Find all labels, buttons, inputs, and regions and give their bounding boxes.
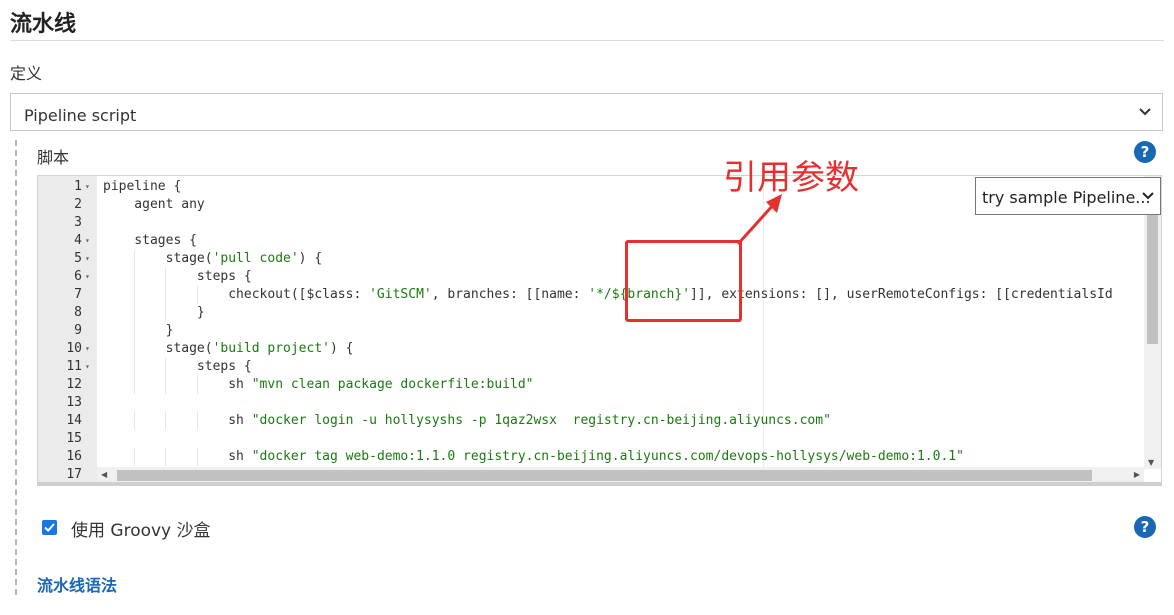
- code-line[interactable]: 15: [38, 430, 1144, 448]
- annotation-highlight-box: [625, 240, 742, 322]
- fold-toggle-icon[interactable]: ▾: [85, 268, 90, 286]
- code-line[interactable]: 9 }: [38, 322, 1144, 340]
- scroll-left-arrow-icon[interactable]: ◀: [101, 470, 107, 479]
- scrollbar-thumb[interactable]: [1147, 198, 1158, 344]
- code-text: stage('pull code') {: [103, 251, 323, 266]
- code-text: sh "docker login -u hollysyshs -p 1qaz2w…: [103, 413, 831, 428]
- code-text: checkout([$class: 'GitSCM', branches: [[…: [103, 287, 1113, 302]
- editor-resize-bar[interactable]: [37, 482, 1162, 486]
- scrollbar-thumb[interactable]: [117, 470, 1092, 481]
- line-number: 15: [66, 431, 82, 446]
- line-number: 14: [66, 413, 82, 428]
- sandbox-checkbox[interactable]: [42, 520, 57, 535]
- fold-toggle-icon[interactable]: ▾: [85, 340, 90, 358]
- annotation-arrow-icon: [736, 194, 782, 246]
- code-text: sh "mvn clean package dockerfile:build": [103, 377, 534, 392]
- script-help-icon[interactable]: ?: [1134, 141, 1156, 163]
- line-number: 1: [74, 179, 82, 194]
- scroll-down-arrow-icon[interactable]: ▼: [1148, 458, 1154, 467]
- fold-toggle-icon[interactable]: ▾: [85, 178, 90, 196]
- line-number: 11: [66, 359, 82, 374]
- definition-select-value: Pipeline script: [24, 106, 137, 125]
- line-number: 7: [74, 287, 82, 302]
- chevron-down-icon: [1138, 103, 1152, 125]
- code-line[interactable]: 4 ▾ stages {: [38, 232, 1144, 250]
- line-number: 9: [74, 323, 82, 338]
- code-text: }: [103, 323, 174, 338]
- code-line[interactable]: 13: [38, 394, 1144, 412]
- code-text: }: [103, 305, 205, 320]
- definition-select[interactable]: Pipeline script: [10, 93, 1163, 131]
- sample-pipeline-select[interactable]: try sample Pipeline...: [975, 177, 1161, 215]
- line-number: 16: [66, 449, 82, 464]
- code-line[interactable]: 16 sh "docker tag web-demo:1.1.0 registr…: [38, 448, 1144, 466]
- code-text: agent any: [103, 197, 205, 212]
- code-line[interactable]: 11 ▾ steps {: [38, 358, 1144, 376]
- definition-label: 定义: [10, 64, 43, 83]
- line-number: 10: [66, 341, 82, 356]
- line-number: 13: [66, 395, 82, 410]
- code-text: steps {: [103, 359, 252, 374]
- fold-toggle-icon[interactable]: ▾: [85, 232, 90, 250]
- line-number: 6: [74, 269, 82, 284]
- code-line[interactable]: 7 checkout([$class: 'GitSCM', branches: …: [38, 286, 1144, 304]
- fold-toggle-icon[interactable]: ▾: [85, 358, 90, 376]
- code-line[interactable]: 6 ▾ steps {: [38, 268, 1144, 286]
- code-text: steps {: [103, 269, 252, 284]
- section-divider: [10, 40, 1164, 41]
- line-number: 3: [74, 215, 82, 230]
- code-text: pipeline {: [103, 179, 182, 194]
- line-number: 4: [74, 233, 82, 248]
- sample-pipeline-value: try sample Pipeline...: [982, 188, 1151, 207]
- code-text: stage('build project') {: [103, 341, 354, 356]
- code-editor[interactable]: 1 ▾ pipeline {2 agent any 3 4 ▾ stages {5 ▾ st…: [37, 175, 1162, 485]
- code-line[interactable]: 10 ▾ stage('build project') {: [38, 340, 1144, 358]
- nested-dash-rule: [15, 140, 17, 595]
- pipeline-syntax-link[interactable]: 流水线语法: [37, 572, 117, 596]
- code-line[interactable]: 14 sh "docker login -u hollysyshs -p 1qa…: [38, 412, 1144, 430]
- scroll-right-arrow-icon[interactable]: ▶: [1134, 470, 1140, 479]
- line-number: 5: [74, 251, 82, 266]
- line-number: 2: [74, 197, 82, 212]
- code-line[interactable]: 12 sh "mvn clean package dockerfile:buil…: [38, 376, 1144, 394]
- vertical-scrollbar[interactable]: ▼: [1144, 176, 1161, 469]
- section-title: 流水线: [10, 12, 77, 37]
- script-label: 脚本: [37, 148, 70, 167]
- code-text: sh "docker tag web-demo:1.1.0 registry.c…: [103, 449, 964, 464]
- code-line[interactable]: 8 }: [38, 304, 1144, 322]
- chevron-down-icon: [1142, 187, 1154, 209]
- sandbox-help-icon[interactable]: ?: [1134, 516, 1156, 538]
- fold-toggle-icon[interactable]: ▾: [85, 250, 90, 268]
- code-line[interactable]: 5 ▾ stage('pull code') {: [38, 250, 1144, 268]
- line-number: 8: [74, 305, 82, 320]
- line-number: 12: [66, 377, 82, 392]
- code-line[interactable]: 3: [38, 214, 1144, 232]
- code-text: stages {: [103, 233, 197, 248]
- sandbox-label: 使用 Groovy 沙盒: [71, 521, 211, 541]
